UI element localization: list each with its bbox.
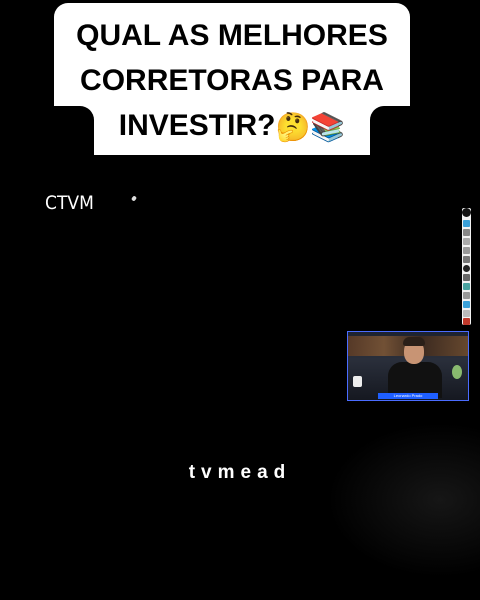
handwritten-text: CTVM	[45, 192, 94, 214]
caption-line-3-text: INVESTIR?	[118, 109, 276, 142]
close-icon[interactable]	[463, 318, 470, 325]
toolbar-handle-icon[interactable]	[462, 208, 471, 217]
highlighter-icon[interactable]	[463, 238, 470, 245]
caption-line-3: INVESTIR?🤔📚	[54, 103, 410, 150]
pen-cursor-icon	[130, 195, 138, 202]
thinking-books-emoji: 🤔📚	[275, 111, 346, 143]
eraser-icon[interactable]	[463, 247, 470, 254]
caption-corner-left	[54, 106, 94, 156]
caption-corner-right	[370, 106, 410, 156]
webcam-overlay: Leonardo Prado	[347, 331, 469, 401]
undo-icon[interactable]	[463, 283, 470, 290]
clear-icon[interactable]	[463, 301, 470, 308]
mug	[353, 376, 362, 387]
shape-icon[interactable]	[463, 256, 470, 263]
presenter-hair	[403, 337, 425, 346]
presenter-nameplate: Leonardo Prado	[378, 393, 438, 399]
color-dot-icon[interactable]	[463, 265, 470, 272]
text-icon[interactable]	[463, 274, 470, 281]
watermark: tvmead	[188, 462, 292, 483]
caption-line-2: CORRETORAS PARA	[80, 64, 384, 97]
pen-icon[interactable]	[463, 229, 470, 236]
grid-icon[interactable]	[463, 292, 470, 299]
drawing-toolbar[interactable]	[462, 208, 471, 325]
caption-line-1: QUAL AS MELHORES	[76, 19, 388, 52]
settings-icon[interactable]	[463, 310, 470, 317]
pointer-icon[interactable]	[463, 220, 470, 227]
caption-box: QUAL AS MELHORES CORRETORAS PARA INVESTI…	[54, 3, 410, 155]
lamp	[452, 365, 462, 379]
caption-text: QUAL AS MELHORES CORRETORAS PARA INVESTI…	[54, 13, 410, 150]
